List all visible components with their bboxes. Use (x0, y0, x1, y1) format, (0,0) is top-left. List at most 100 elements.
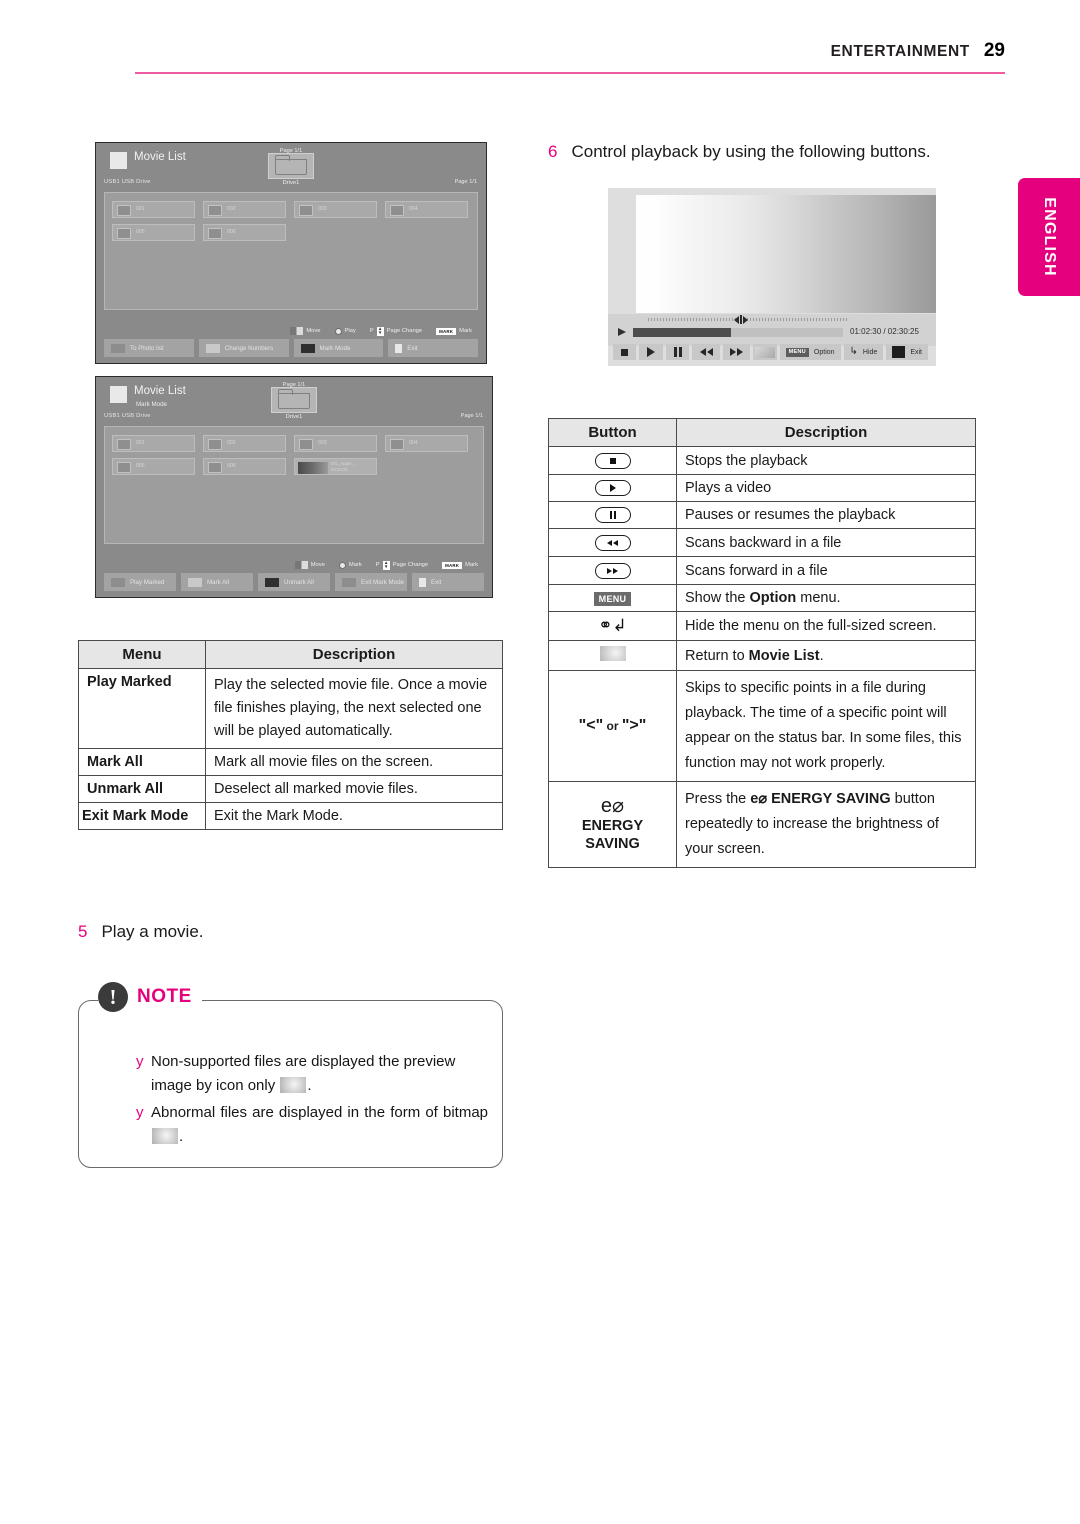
description-cell: Scans backward in a file (676, 528, 976, 557)
folder-icon (390, 439, 404, 450)
stop-control[interactable] (613, 344, 637, 360)
button-cell (548, 640, 677, 671)
playback-time-display: 01:02:30 / 02:30:25 (850, 327, 919, 336)
description-cell: Show the Option menu. (676, 584, 976, 612)
language-tab-english: ENGLISH (1018, 178, 1080, 296)
file-tile-empty (385, 458, 468, 475)
marked-file-tile[interactable]: 001_Apple_... 02:30:25 (294, 458, 377, 475)
description-cell: Skips to specific points in a file durin… (676, 670, 976, 782)
page-updown-icon: ▲ ▼ (382, 559, 390, 570)
exit-button[interactable]: Exit (412, 573, 484, 591)
exit-control[interactable]: Exit (886, 344, 928, 360)
file-tile[interactable]: 002 (203, 435, 286, 452)
playback-status-bar: 01:02:30 / 02:30:25 MENU Option ↳ Hide Exi… (608, 314, 936, 360)
rewind-control[interactable] (692, 344, 720, 360)
play-control[interactable] (639, 344, 663, 360)
file-tile[interactable]: 001 (112, 435, 195, 452)
video-thumbnail-icon (298, 461, 328, 474)
file-tile[interactable]: 004 (385, 201, 468, 218)
movie-list-screenshot: Movie List USB1 USB Drive Page 1/1 Page … (95, 142, 487, 364)
playback-screenshot: 01:02:30 / 02:30:25 MENU Option ↳ Hide Exi… (608, 188, 936, 366)
step-6-number: 6 (548, 142, 558, 161)
description-cell: Deselect all marked movie files. (205, 774, 503, 803)
description-cell: Plays a video (676, 474, 976, 502)
movie-list-button-bar: To Photo list Change Numbers Mark Mode E… (104, 339, 478, 357)
movie-list-file-grid: 001 002 003 004 005 006 (104, 192, 478, 310)
mark-mode-button[interactable]: Mark Mode (293, 339, 384, 357)
play-icon (647, 347, 656, 357)
file-tile[interactable]: 004 (385, 435, 468, 452)
file-tile-label: 001 (136, 206, 145, 212)
note-badge: ! NOTE (98, 980, 202, 1014)
mark-mode-hint-bar: Move Mark P ▲ ▼ Page Change MARK Mark (96, 559, 492, 571)
pause-button-icon (594, 507, 631, 523)
page-header: ENTERTAINMENT 29 (135, 40, 1005, 80)
file-tile[interactable]: 001 (112, 201, 195, 218)
mark-mode-title-icon (110, 386, 127, 403)
file-tile[interactable]: 005 (112, 224, 195, 241)
movie-list-page-right: Page 1/1 (454, 179, 477, 185)
to-photo-list-button[interactable]: To Photo list (104, 339, 194, 357)
exit-chip-icon (892, 346, 906, 358)
table-row: Exit Mark Mode Exit the Mark Mode. (78, 801, 503, 830)
ok-circle-icon (338, 561, 346, 569)
move-swatch-icon (294, 561, 308, 569)
hide-control[interactable]: ↳ Hide (843, 344, 884, 360)
folder-icon (117, 205, 131, 216)
forward-icon (729, 348, 743, 356)
play-marked-button[interactable]: Play Marked (104, 573, 176, 591)
file-tile-empty (385, 224, 468, 241)
file-tile[interactable]: 002 (203, 201, 286, 218)
file-tile-label: 006 (227, 463, 236, 469)
change-numbers-button[interactable]: Change Numbers (198, 339, 289, 357)
file-tile-label: 004 (409, 206, 418, 212)
option-control[interactable]: MENU Option (779, 344, 841, 360)
drive-folder-icon[interactable] (271, 387, 317, 413)
pause-control[interactable] (665, 344, 690, 360)
mark-all-button[interactable]: Mark All (181, 573, 253, 591)
back-hide-icon: ⚭↲ (598, 616, 627, 635)
file-tile[interactable]: 006 (203, 224, 286, 241)
file-tile-label: 005 (136, 463, 145, 469)
video-gradient-area (636, 195, 936, 313)
file-tile-label: 002 (227, 206, 236, 212)
table-row: Pauses or resumes the playback (548, 501, 976, 529)
exit-button[interactable]: Exit (388, 339, 478, 357)
drive-folder-icon[interactable] (268, 153, 314, 179)
drive-label: Drive1 (285, 414, 303, 420)
button-cell: e⌀ ENERGY SAVING (548, 780, 677, 868)
return-thumbnail-icon (599, 646, 626, 661)
marked-file-label: 001_Apple_... 02:30:25 (331, 461, 358, 472)
mark-chip-icon: MARK (436, 327, 457, 335)
hint-mark: MARK Mark (442, 561, 478, 569)
folder-icon (208, 462, 222, 473)
progress-track[interactable] (633, 328, 843, 337)
menu-cell: Exit Mark Mode (78, 801, 206, 830)
step-5-text: Play a movie. (101, 922, 204, 941)
file-tile[interactable]: 005 (112, 458, 195, 475)
file-tile[interactable]: 003 (294, 201, 377, 218)
menu-button-icon: MENU (593, 592, 632, 606)
mark-mode-screenshot: Movie List Mark Mode USB1 USB Drive Page… (95, 376, 493, 598)
table-header-row: Button Description (548, 418, 976, 447)
file-tile[interactable]: 003 (294, 435, 377, 452)
file-tile[interactable]: 006 (203, 458, 286, 475)
mark-mode-subtitle: Mark Mode (136, 401, 167, 408)
language-tab-label: ENGLISH (1041, 197, 1058, 277)
note-item: y Abnormal files are displayed in the for… (136, 1101, 488, 1150)
button-cell (548, 446, 677, 475)
thumbnail-control[interactable] (753, 344, 777, 360)
stop-icon (621, 348, 629, 356)
mark-mode-page-right: Page 1/1 (460, 413, 483, 419)
description-cell: Press the e⌀ ENERGY SAVING button repeat… (676, 780, 976, 868)
forward-control[interactable] (722, 344, 751, 360)
table-row: Scans backward in a file (548, 528, 976, 557)
description-cell: Mark all movie files on the screen. (205, 747, 503, 776)
description-column-header: Description (205, 640, 503, 669)
hint-mark-action: Mark (338, 561, 362, 569)
unmark-all-button[interactable]: Unmark All (258, 573, 330, 591)
folder-icon (208, 439, 222, 450)
file-row: 005 006 (112, 224, 470, 241)
exit-mark-mode-button[interactable]: Exit Mark Mode (335, 573, 407, 591)
mark-mode-usb-label: USB1 USB Drive (104, 413, 151, 419)
